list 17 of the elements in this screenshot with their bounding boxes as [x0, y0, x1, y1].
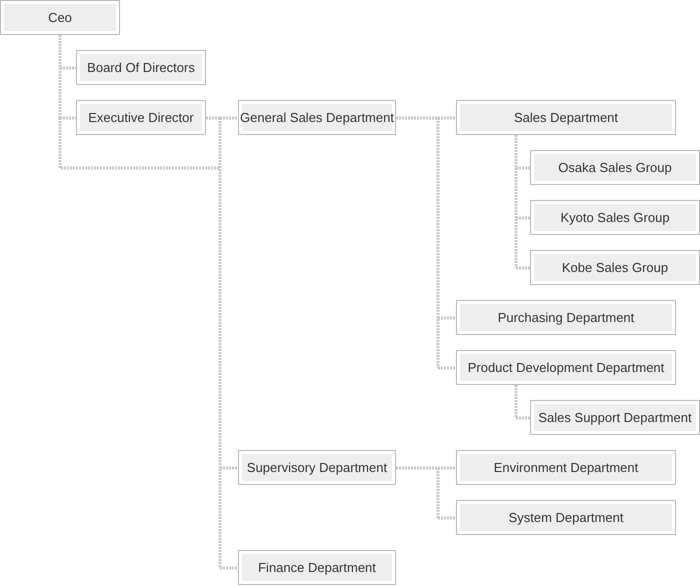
org-node: Board Of Directors [76, 50, 206, 85]
org-node: Sales Support Department [530, 400, 700, 435]
org-node: Finance Department [238, 550, 396, 585]
org-node: Product Development Department [456, 350, 676, 385]
org-node: Kyoto Sales Group [530, 200, 700, 235]
connector-line [514, 384, 532, 420]
org-node: Executive Director [76, 100, 206, 135]
org-node: Ceo [0, 0, 120, 35]
org-node: Kobe Sales Group [530, 250, 700, 285]
org-node: System Department [456, 500, 676, 535]
org-node: Supervisory Department [238, 450, 396, 485]
org-node: Environment Department [456, 450, 676, 485]
org-node: General Sales Department [238, 100, 396, 135]
org-node: Osaka Sales Group [530, 150, 700, 185]
org-node: Purchasing Department [456, 300, 676, 335]
connector-line [394, 466, 458, 520]
org-node: Sales Department [456, 100, 676, 135]
